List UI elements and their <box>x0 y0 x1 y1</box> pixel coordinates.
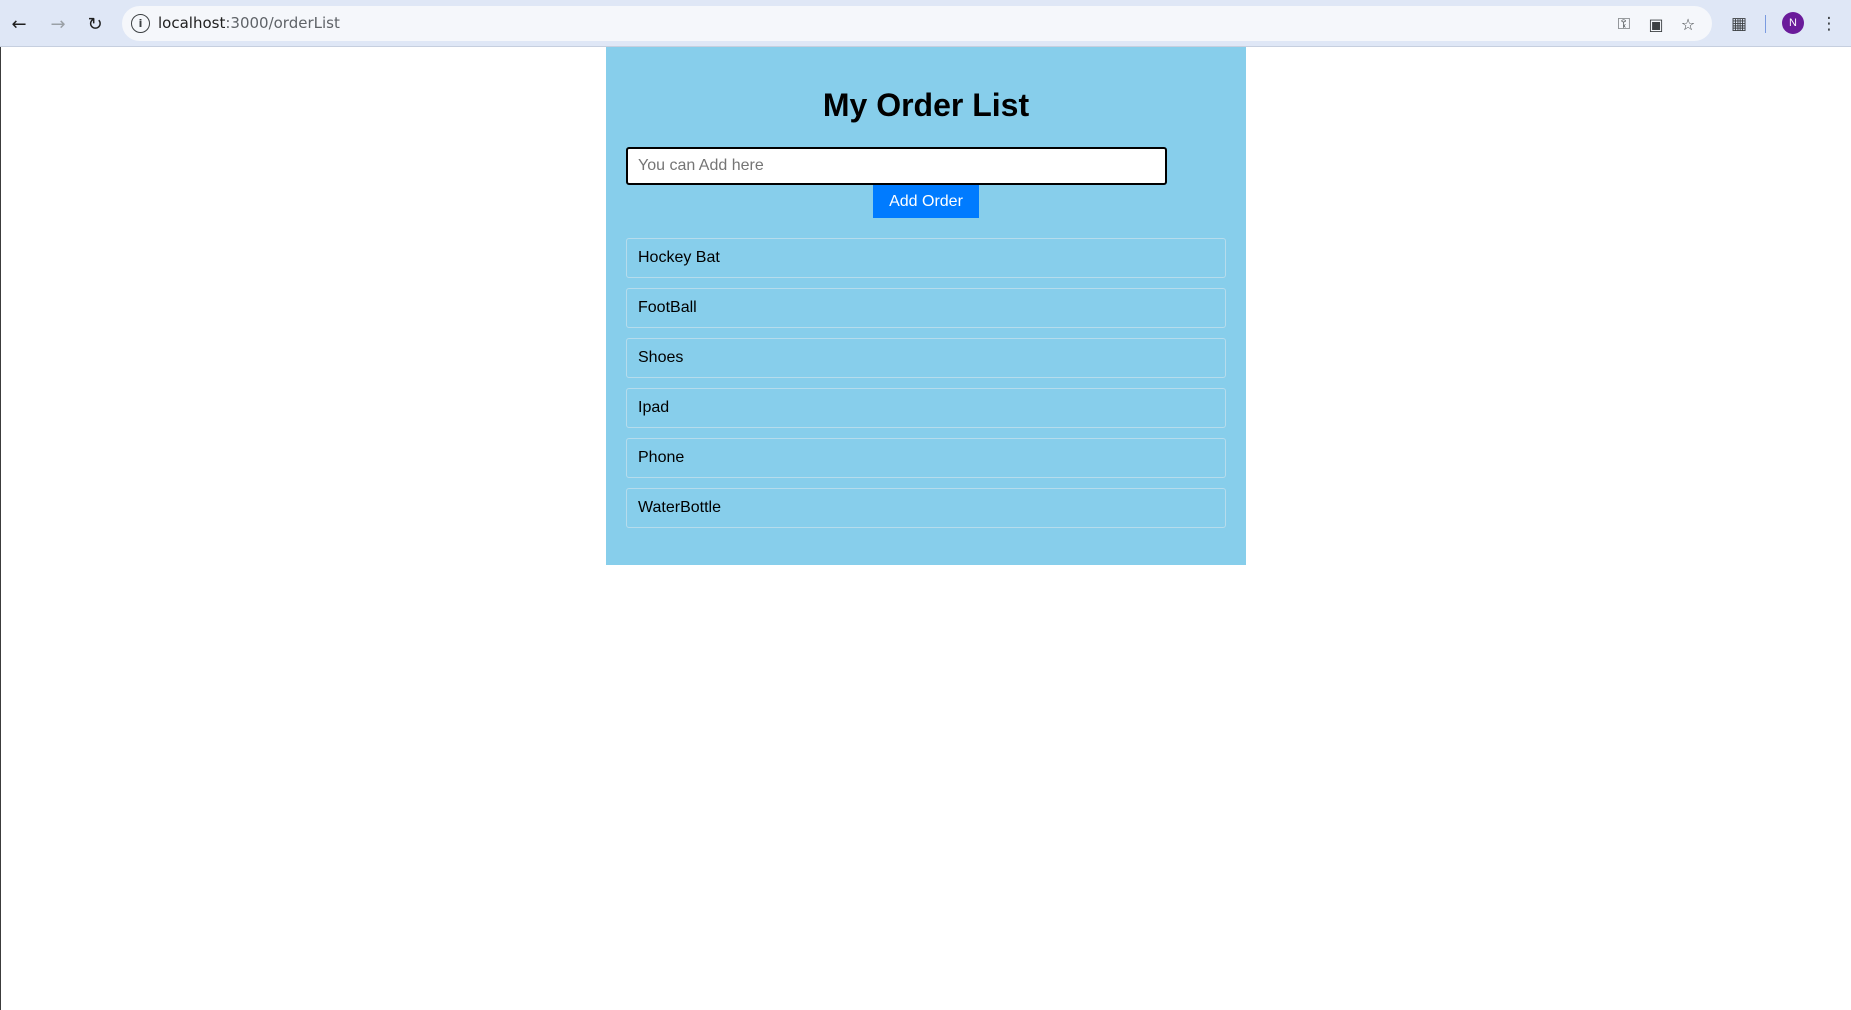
reload-icon[interactable]: ↻ <box>81 10 109 38</box>
list-item[interactable]: Phone <box>626 438 1226 478</box>
url-text[interactable]: localhost:3000/orderList <box>158 14 340 32</box>
add-order-button[interactable]: Add Order <box>873 185 979 218</box>
toolbar-divider <box>1765 15 1766 33</box>
avatar[interactable]: N <box>1782 12 1804 34</box>
address-bar[interactable]: i localhost:3000/orderList ⚿ ▣ ☆ <box>122 6 1712 41</box>
window-edge <box>0 47 1 1010</box>
order-input[interactable] <box>626 147 1167 185</box>
page-title: My Order List <box>822 87 1030 123</box>
install-app-icon[interactable]: ▣ <box>1644 12 1668 36</box>
list-item[interactable]: FootBall <box>626 288 1226 328</box>
url-path: :3000/orderList <box>225 14 340 32</box>
list-item[interactable]: Shoes <box>626 338 1226 378</box>
order-list: Hockey Bat FootBall Shoes Ipad Phone Wat… <box>626 238 1226 538</box>
site-info-icon[interactable]: i <box>131 14 150 33</box>
more-menu-icon[interactable]: ⋮ <box>1815 10 1843 38</box>
password-key-icon[interactable]: ⚿ <box>1612 12 1636 36</box>
list-item[interactable]: Ipad <box>626 388 1226 428</box>
order-panel: My Order List Add Order Hockey Bat FootB… <box>606 47 1246 565</box>
url-host: localhost <box>158 14 226 32</box>
browser-toolbar: ← → ↻ i localhost:3000/orderList ⚿ ▣ ☆ ▦… <box>0 0 1851 47</box>
list-item[interactable]: WaterBottle <box>626 488 1226 528</box>
list-item[interactable]: Hockey Bat <box>626 238 1226 278</box>
extensions-icon[interactable]: ▦ <box>1725 10 1753 38</box>
back-arrow-icon[interactable]: ← <box>5 10 33 38</box>
forward-arrow-icon[interactable]: → <box>44 10 72 38</box>
bookmark-star-icon[interactable]: ☆ <box>1676 12 1700 36</box>
